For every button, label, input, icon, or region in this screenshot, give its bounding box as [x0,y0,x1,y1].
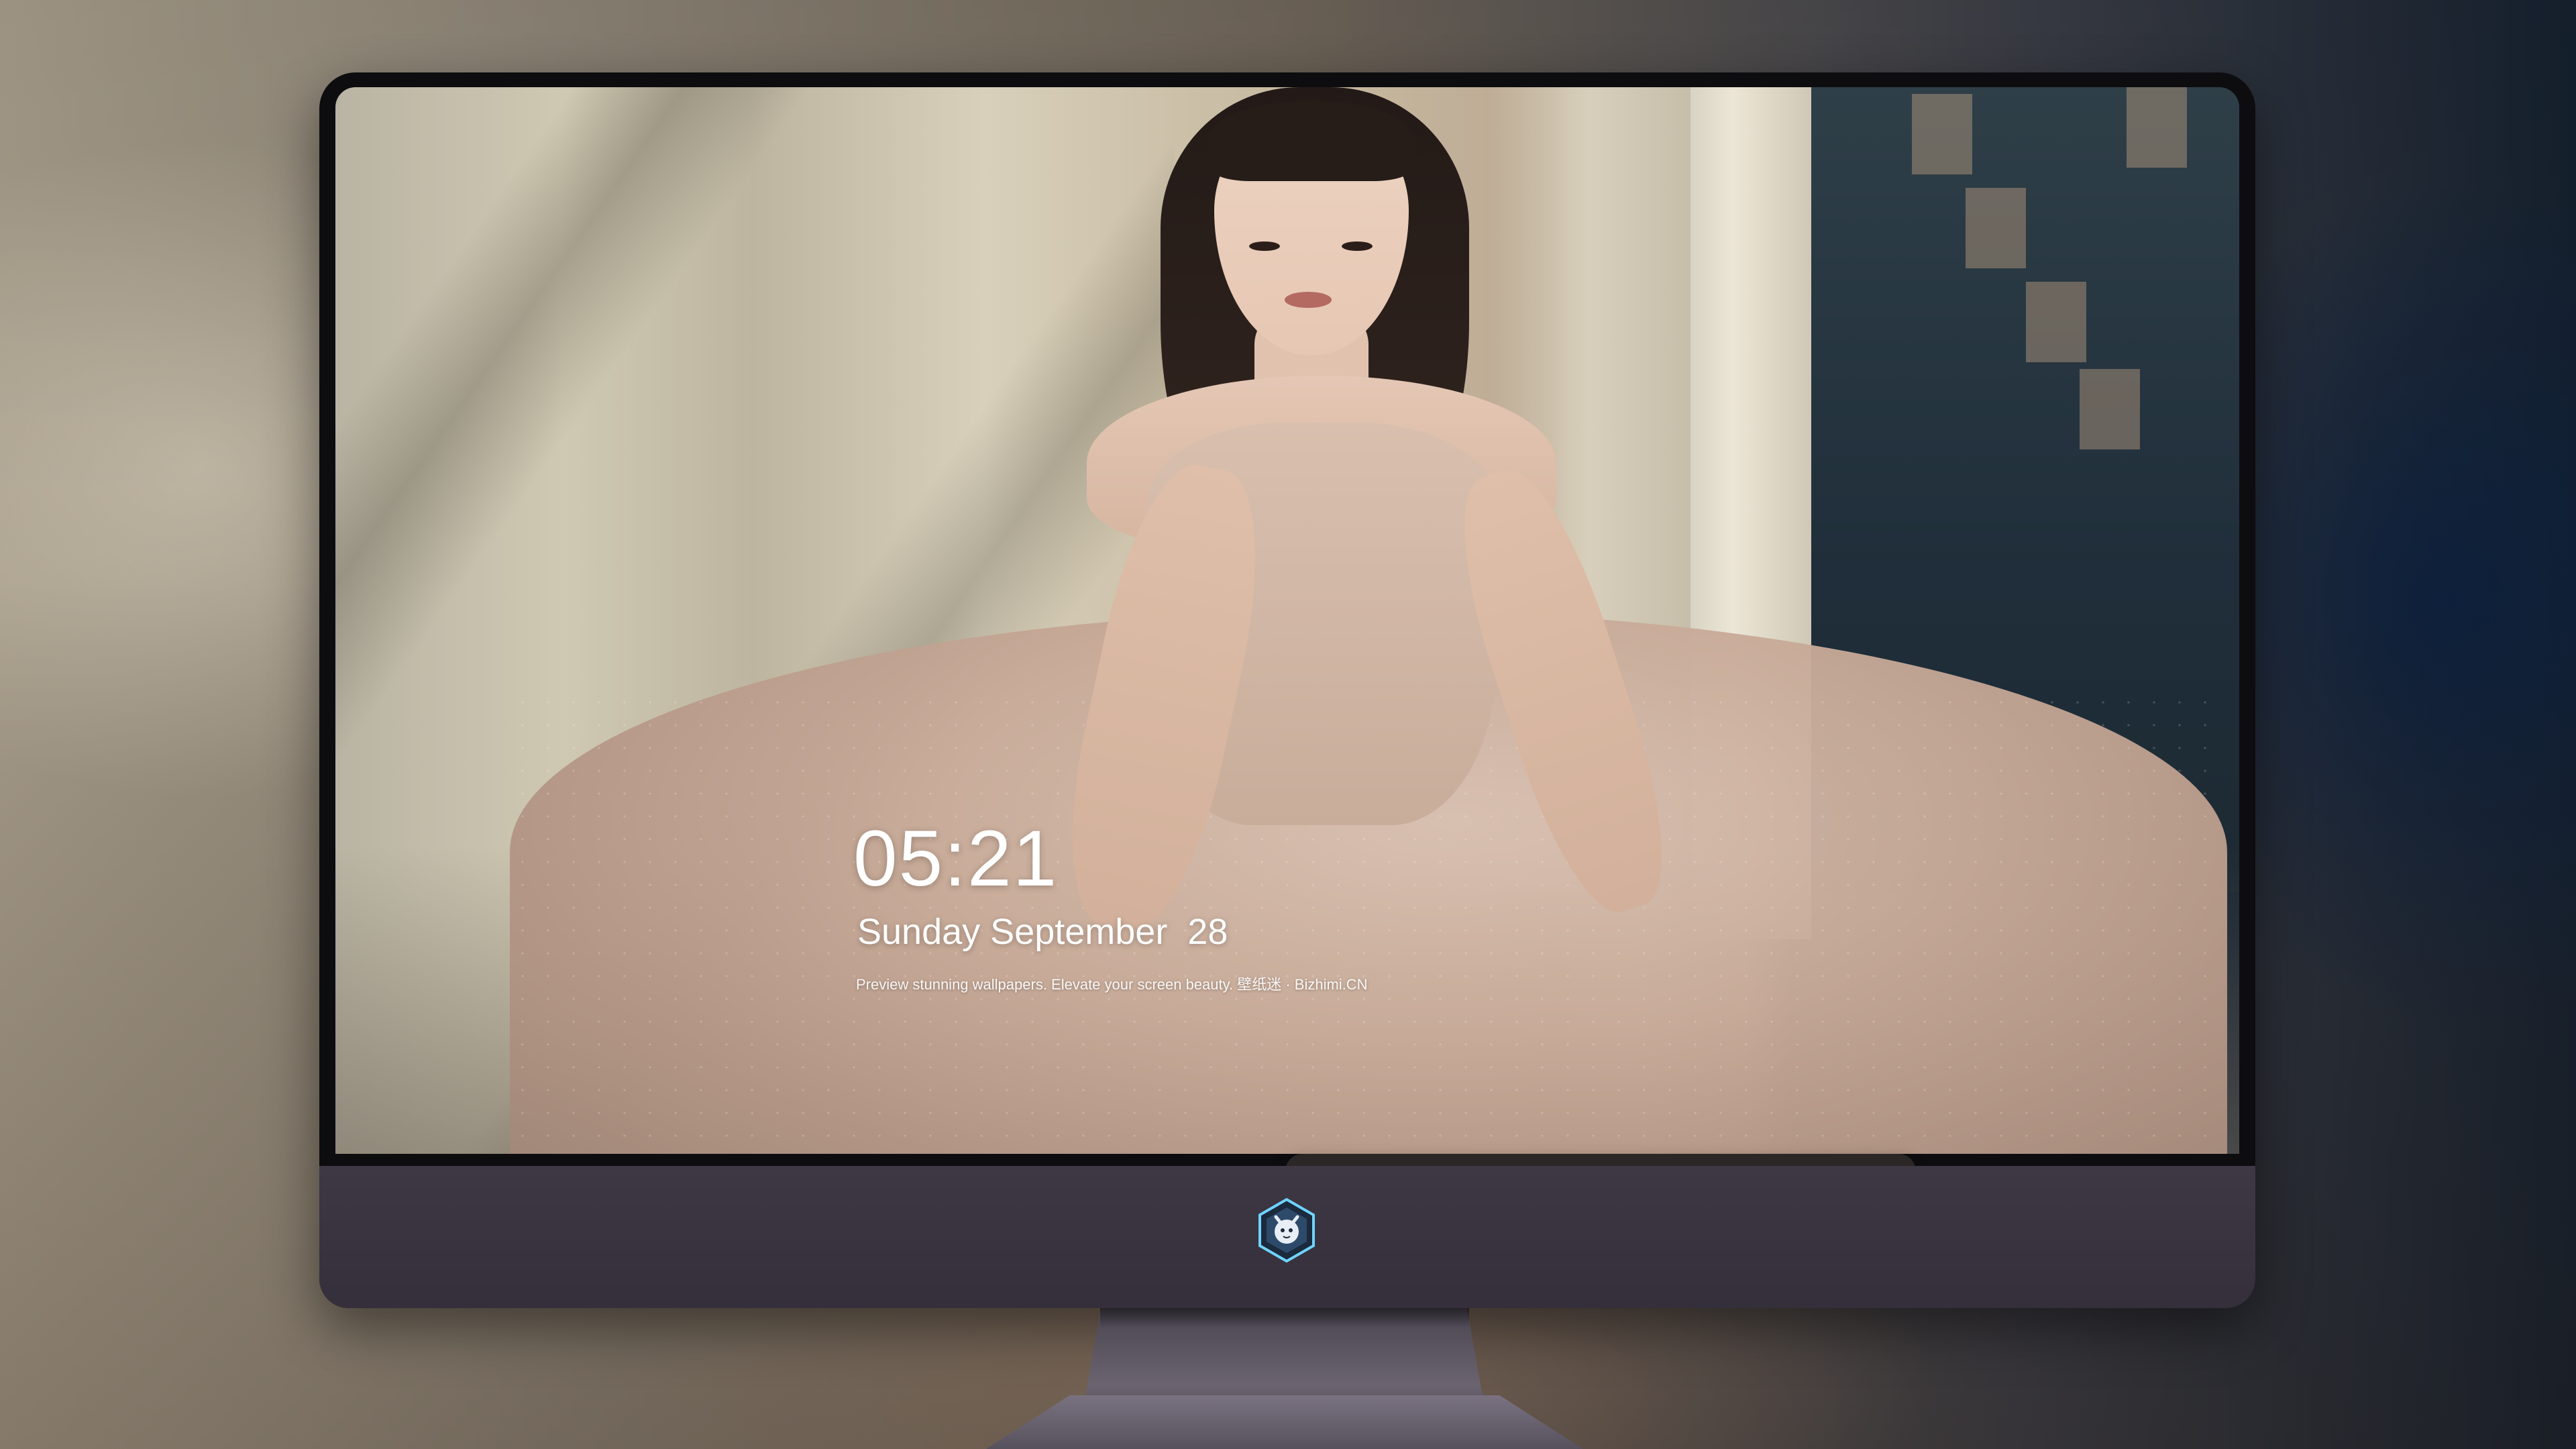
bangs [1208,101,1415,181]
stair-light [1966,188,2026,268]
wallpaper-tagline: Preview stunning wallpapers. Elevate you… [856,976,1368,993]
lock-time: 05:21 [853,814,1059,903]
monitor: 05:21 Sunday September 28 Preview stunni… [319,72,2255,1308]
stand-base [986,1395,1583,1449]
monitor-chin [319,1166,2255,1308]
stand-shadow [1100,1308,1469,1328]
stair-light [2127,87,2187,168]
stair-light [1912,94,1972,174]
screen: 05:21 Sunday September 28 Preview stunni… [335,87,2239,1154]
eye [1249,241,1280,251]
brand-logo [1258,1197,1315,1263]
eye [1342,241,1373,251]
lock-date: Sunday September 28 [857,912,1228,952]
stair-light [2026,282,2086,362]
stair-light [2080,369,2140,449]
lips [1285,292,1332,308]
